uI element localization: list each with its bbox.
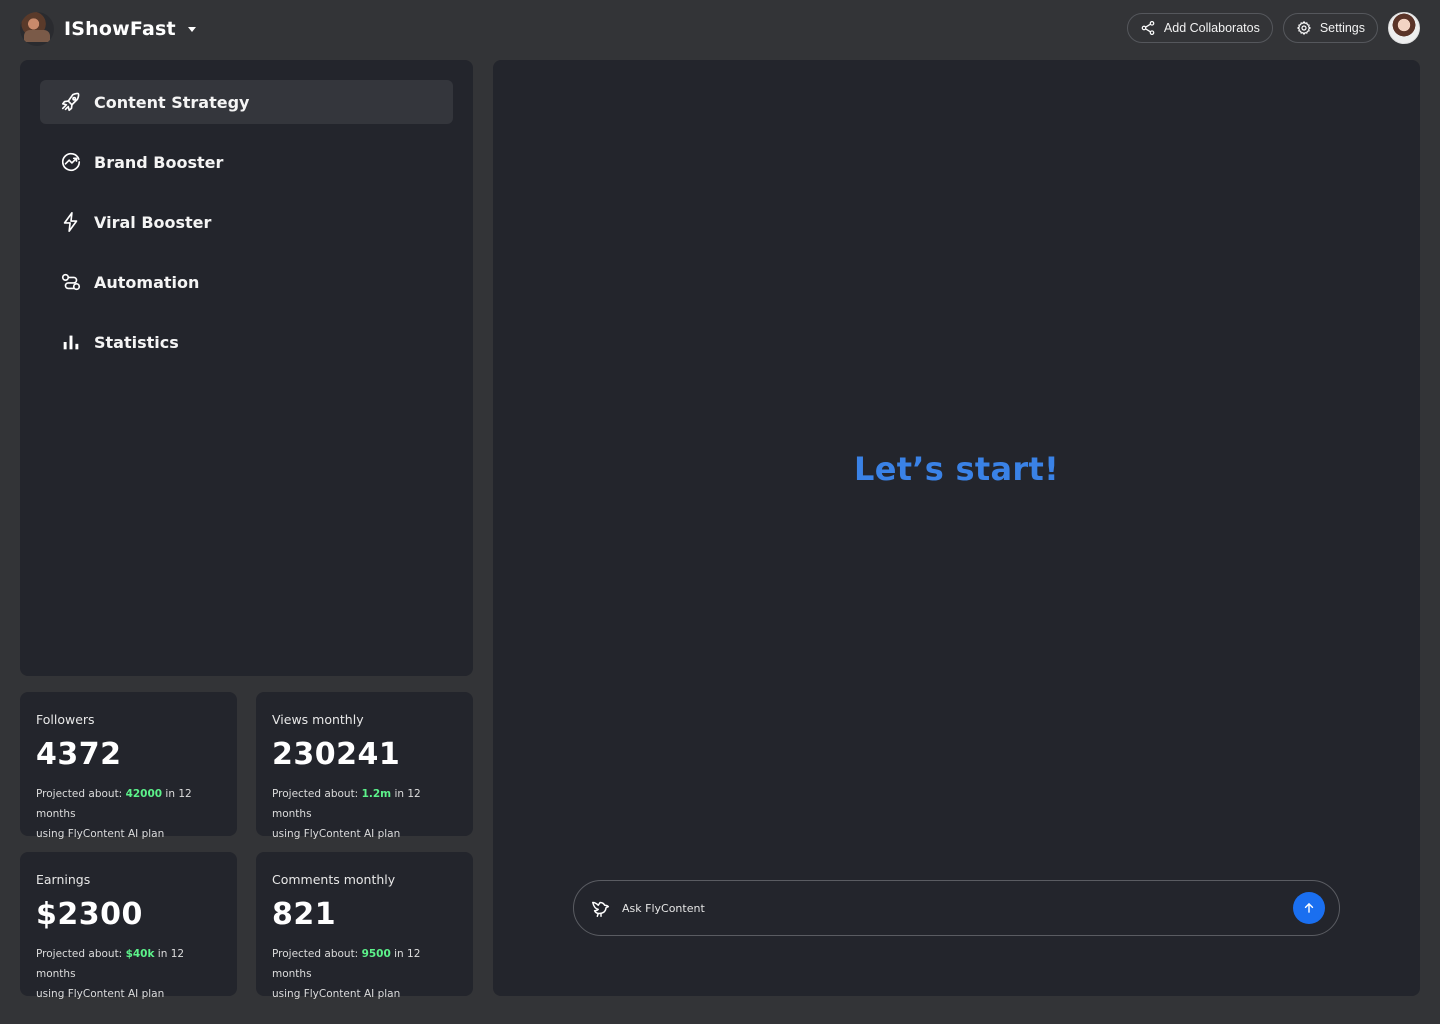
sidebar-item-statistics[interactable]: Statistics — [40, 320, 453, 364]
stat-card-followers: Followers 4372 Projected about: 42000 in… — [20, 692, 237, 840]
note-line2: using FlyContent AI plan — [36, 828, 165, 840]
stat-card-views-monthly: Views monthly 230241 Projected about: 1.… — [256, 692, 473, 840]
note-prefix: Projected about: — [272, 788, 362, 800]
stat-title: Views monthly — [272, 712, 364, 727]
top-bar: IShowFast Add Collaboratos Settings — [0, 0, 1440, 60]
top-actions: Add Collaboratos Settings — [1126, 12, 1420, 44]
trend-circle-icon — [61, 152, 81, 171]
ask-bar — [573, 880, 1340, 936]
sidebar-item-label: Automation — [94, 272, 200, 292]
note-highlight: 9500 — [361, 948, 391, 960]
settings-button[interactable]: Settings — [1282, 13, 1378, 43]
stat-note: Projected about: 1.2m in 12 months using… — [272, 784, 457, 844]
note-line2: using FlyContent AI plan — [272, 988, 401, 1000]
user-avatar[interactable] — [1388, 12, 1420, 44]
note-line2: using FlyContent AI plan — [272, 828, 401, 840]
stat-card-comments-monthly: Comments monthly 821 Projected about: 95… — [256, 852, 473, 1000]
sidebar-item-content-strategy[interactable]: Content Strategy — [40, 80, 453, 124]
note-prefix: Projected about: — [272, 948, 362, 960]
bar-chart-icon — [63, 335, 79, 350]
add-collaborators-label: Add Collaboratos — [1163, 21, 1260, 35]
brand-switcher[interactable]: IShowFast — [20, 12, 196, 46]
note-highlight: 42000 — [125, 788, 163, 800]
main-panel: Let’s start! — [493, 60, 1420, 996]
stat-value: 821 — [272, 897, 337, 932]
sidebar-item-label: Content Strategy — [94, 92, 250, 112]
stat-title: Comments monthly — [272, 872, 396, 887]
sidebar-item-automation[interactable]: Automation — [40, 260, 453, 304]
sidebar-item-viral-booster[interactable]: Viral Booster — [40, 200, 453, 244]
ask-input[interactable] — [622, 901, 1293, 915]
brand-name: IShowFast — [64, 18, 176, 40]
stat-title: Followers — [36, 712, 95, 727]
sidebar-item-label: Brand Booster — [94, 152, 224, 172]
arrow-up-icon — [1304, 903, 1314, 913]
note-prefix: Projected about: — [36, 788, 126, 800]
share-icon — [1141, 21, 1155, 35]
add-collaborators-button[interactable]: Add Collaboratos — [1126, 13, 1273, 43]
chevron-down-icon — [187, 26, 196, 32]
stat-value: 4372 — [36, 737, 122, 772]
sidebar-item-label: Statistics — [94, 332, 179, 352]
lightning-icon — [63, 212, 78, 232]
stat-note: Projected about: 42000 in 12 months usin… — [36, 784, 221, 844]
gear-icon — [1296, 20, 1311, 36]
rocket-icon — [61, 92, 80, 112]
note-line2: using FlyContent AI plan — [36, 988, 165, 1000]
stat-title: Earnings — [36, 872, 91, 887]
brand-avatar — [20, 12, 54, 46]
sidebar-item-label: Viral Booster — [94, 212, 212, 232]
send-button[interactable] — [1293, 892, 1325, 924]
hero-text: Let’s start! — [854, 450, 1059, 488]
route-icon — [61, 273, 81, 291]
stat-note: Projected about: $40k in 12 months using… — [36, 944, 221, 1004]
stat-value: $2300 — [36, 897, 143, 932]
stat-value: 230241 — [272, 737, 401, 772]
sidebar-item-brand-booster[interactable]: Brand Booster — [40, 140, 453, 184]
stat-note: Projected about: 9500 in 12 months using… — [272, 944, 457, 1004]
settings-label: Settings — [1319, 21, 1365, 35]
note-highlight: $40k — [125, 948, 155, 960]
sidebar: Content Strategy Brand Booster Viral Boo… — [20, 60, 473, 676]
note-prefix: Projected about: — [36, 948, 126, 960]
stat-card-earnings: Earnings $2300 Projected about: $40k in … — [20, 852, 237, 1000]
note-highlight: 1.2m — [361, 788, 392, 800]
bird-icon — [592, 901, 610, 917]
